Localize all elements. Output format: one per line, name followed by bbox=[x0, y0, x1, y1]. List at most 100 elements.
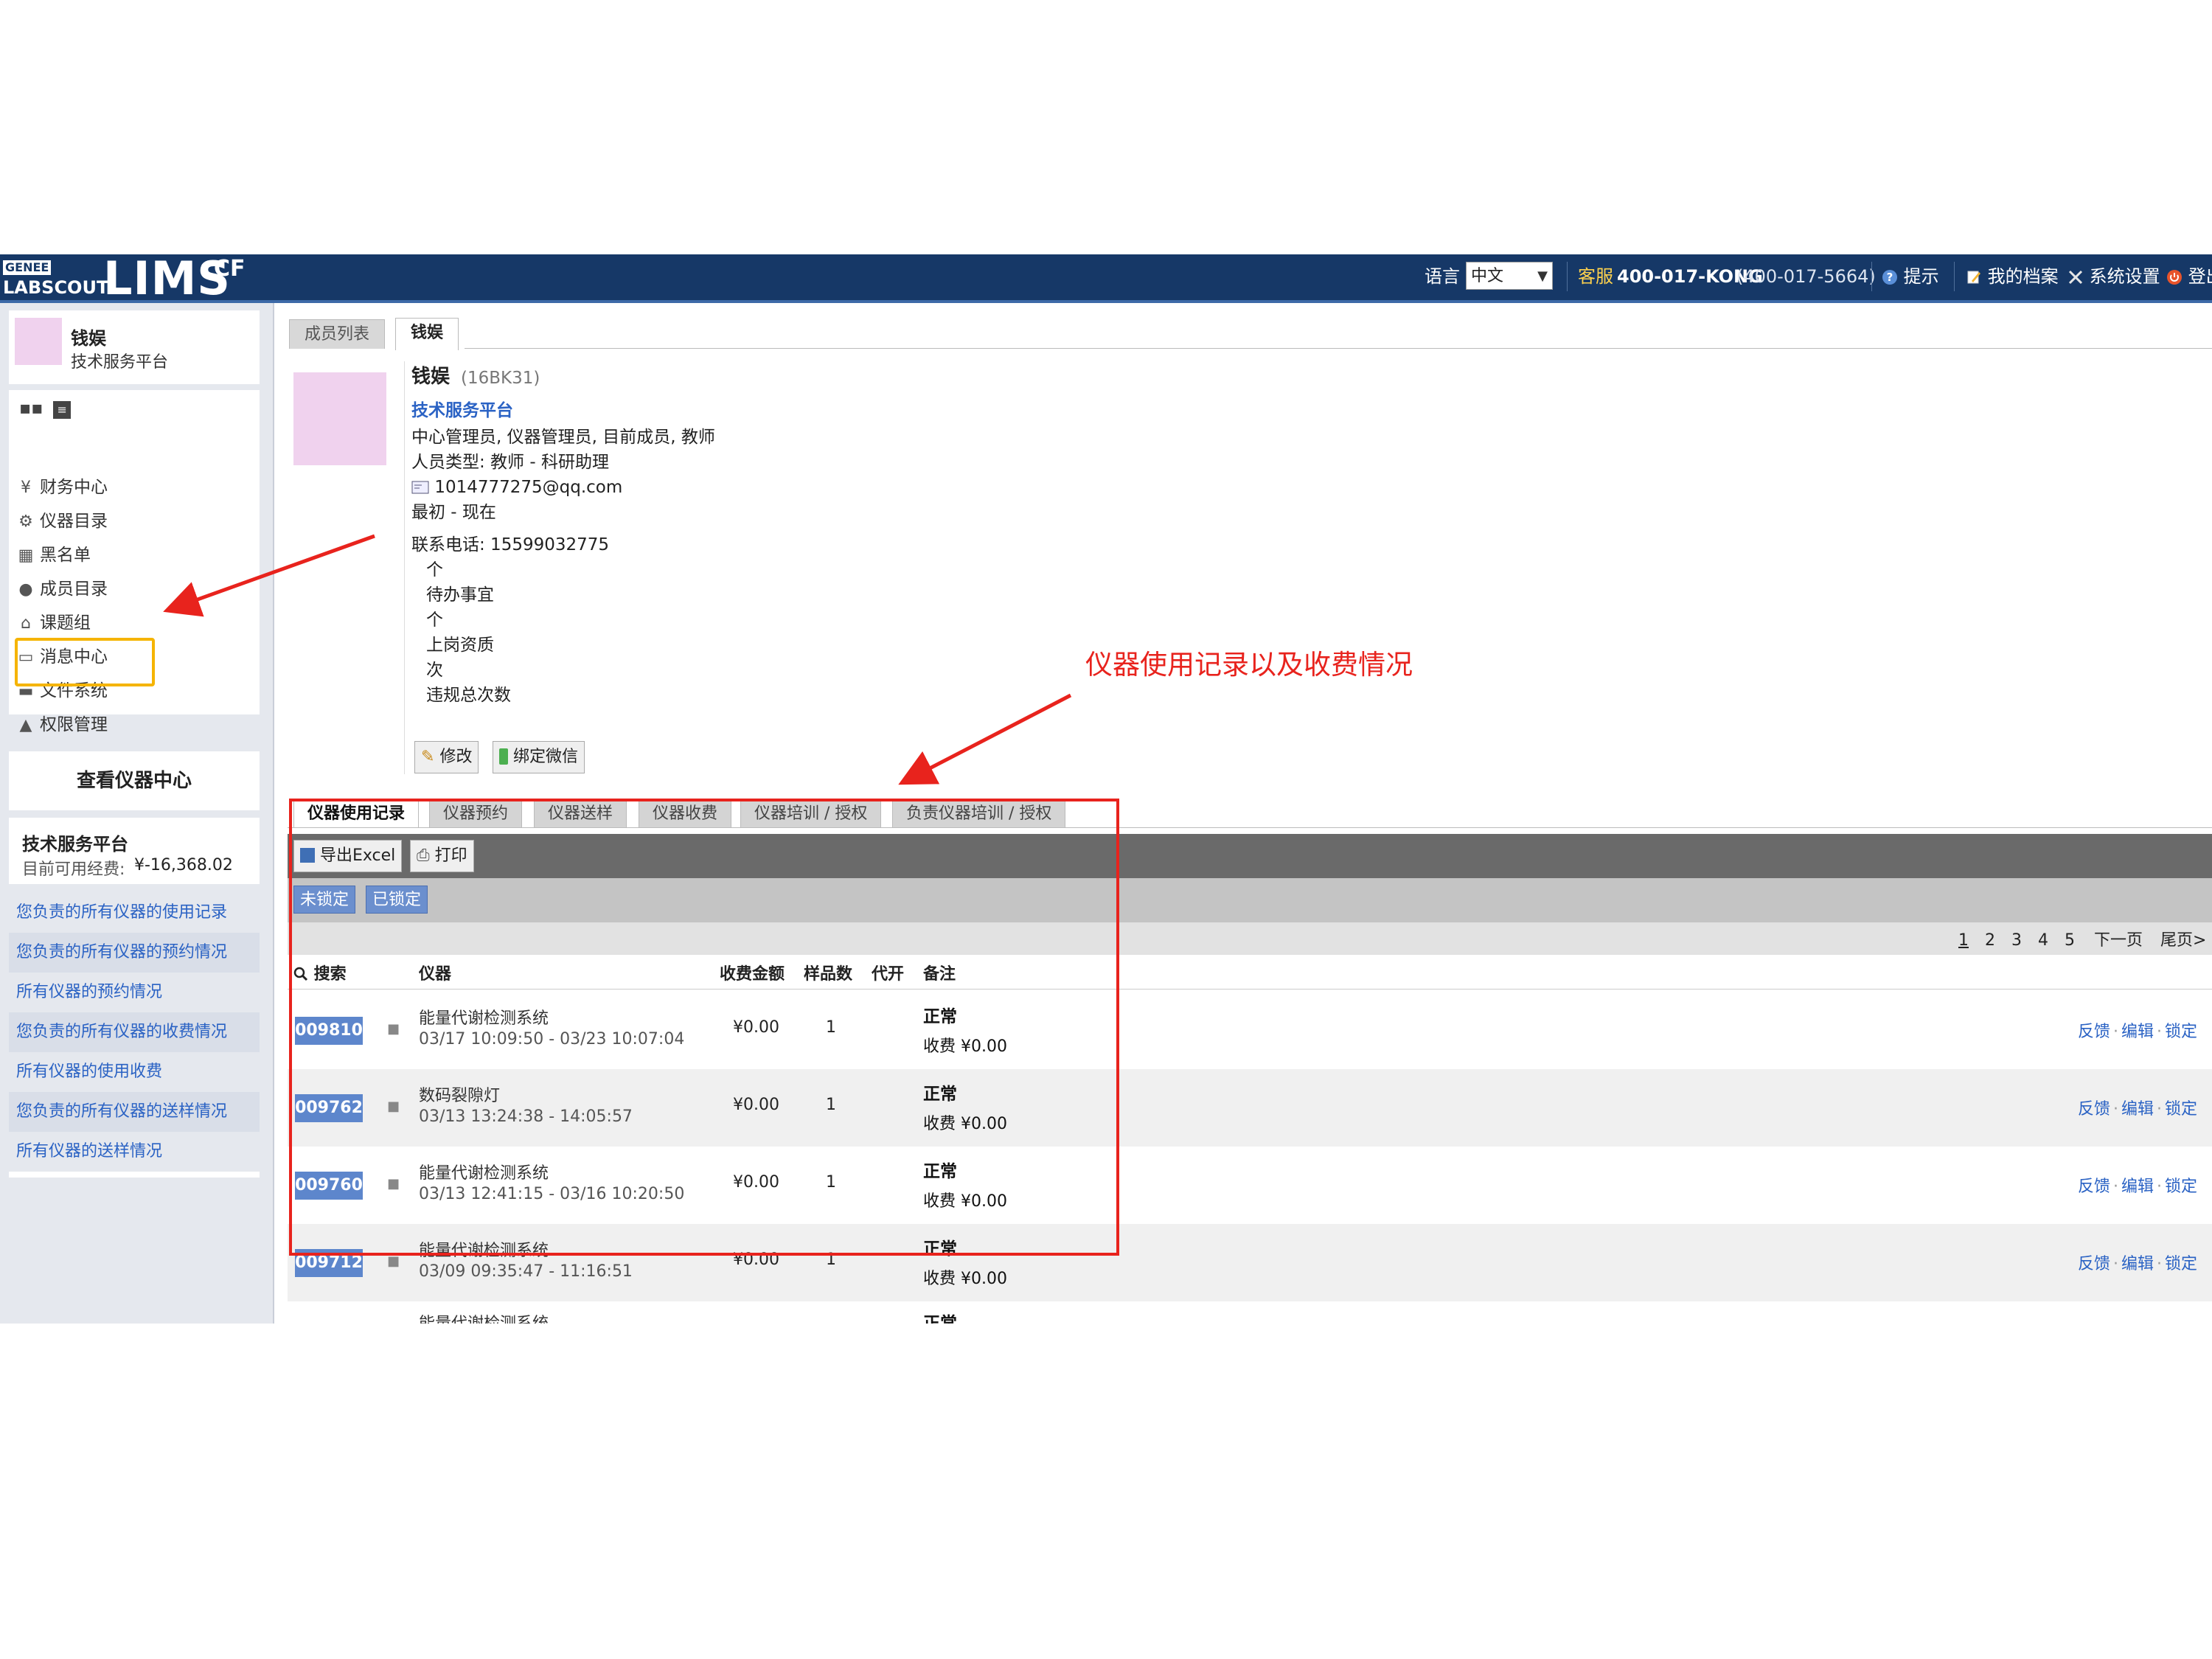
record-id-badge[interactable]: 009810 bbox=[295, 1017, 363, 1045]
hint-link[interactable]: ? 提示 bbox=[1882, 265, 1939, 288]
edit-link[interactable]: 编辑 bbox=[2121, 1255, 2154, 1273]
record-id-badge[interactable]: 009762 bbox=[295, 1094, 363, 1122]
sidebar-link[interactable]: 所有仪器的预约情况 bbox=[9, 973, 260, 1012]
instrument-name[interactable]: 能量代谢检测系统 bbox=[419, 1310, 549, 1324]
page-4[interactable]: 4 bbox=[2038, 929, 2048, 953]
tab-usage-records[interactable]: 仪器使用记录 bbox=[293, 799, 420, 828]
sidebar-link[interactable]: 您负责的所有仪器的收费情况 bbox=[9, 1012, 260, 1052]
settings-label: 系统设置 bbox=[2089, 266, 2160, 287]
menu-permissions[interactable]: ▲ 权限管理 bbox=[15, 710, 108, 740]
edit-link[interactable]: 编辑 bbox=[2121, 1023, 2154, 1041]
sidebar-link[interactable]: 您负责的所有仪器的预约情况 bbox=[9, 933, 260, 973]
stat-qualification-label[interactable]: 上岗资质 bbox=[426, 633, 494, 657]
view-center-button[interactable]: 查看仪器中心 bbox=[9, 751, 260, 810]
locked-filter-button[interactable]: 已锁定 bbox=[366, 886, 428, 914]
instrument-name[interactable]: 能量代谢检测系统 bbox=[419, 1005, 549, 1029]
profile-email: 1014777275@qq.com bbox=[434, 478, 623, 497]
stat-violation-unit: 次 bbox=[426, 661, 443, 680]
tabs-underline bbox=[465, 348, 2212, 349]
feedback-link[interactable]: 反馈 bbox=[2078, 1255, 2110, 1273]
last-page-link[interactable]: 尾页> bbox=[2160, 929, 2206, 953]
funds-value: ¥-16,368.02 bbox=[134, 856, 233, 874]
status-text: 正常 bbox=[923, 1007, 957, 1026]
page-5[interactable]: 5 bbox=[2065, 929, 2075, 953]
fee-amount: ¥0.00 bbox=[733, 1251, 779, 1269]
lock-link[interactable]: 锁定 bbox=[2165, 1100, 2197, 1119]
app-screenshot: GENEE LABSCOUT LIMS CF 语言 中文 ▼ 客服 400-01… bbox=[0, 254, 2212, 1324]
page-1[interactable]: 1 bbox=[1958, 929, 1969, 953]
charge-text: 收费 ¥0.00 bbox=[923, 1115, 1007, 1133]
logout-link[interactable]: 登出 bbox=[2166, 265, 2212, 288]
menu-blacklist[interactable]: ▦ 黑名单 bbox=[15, 540, 91, 570]
edit-button[interactable]: ✎ 修改 bbox=[414, 741, 479, 773]
logo-labscout: LABSCOUT bbox=[3, 277, 109, 298]
lock-link[interactable]: 锁定 bbox=[2165, 1023, 2197, 1041]
export-excel-button[interactable]: 导出Excel bbox=[293, 840, 403, 872]
power-icon bbox=[2167, 270, 2182, 285]
profile-period: 最初 - 现在 bbox=[411, 503, 496, 522]
tab-reservations[interactable]: 仪器预约 bbox=[429, 799, 523, 828]
tab-members[interactable]: 成员列表 bbox=[289, 319, 386, 349]
menu-instruments[interactable]: ⚙ 仪器目录 bbox=[15, 507, 108, 536]
sidebar-link[interactable]: 所有仪器的送样情况 bbox=[9, 1132, 260, 1172]
next-page-link[interactable]: 下一页 bbox=[2094, 929, 2143, 953]
remark-header: 备注 bbox=[923, 965, 956, 984]
usage-time: 03/13 13:24:38 - 14:05:57 bbox=[419, 1107, 633, 1126]
feedback-link[interactable]: 反馈 bbox=[2078, 1023, 2110, 1041]
row-actions: 反馈 · 编辑 · 锁定 bbox=[2078, 1178, 2198, 1196]
gear-icon: ⚙ bbox=[18, 512, 33, 531]
grid-view-icon[interactable]: ▪▪ bbox=[19, 397, 44, 418]
tab-current-user[interactable]: 钱娱 bbox=[395, 318, 459, 350]
instrument-name[interactable]: 能量代谢检测系统 bbox=[419, 1237, 549, 1261]
menu-groups[interactable]: ⌂ 课题组 bbox=[15, 608, 91, 638]
language-select[interactable]: 中文 ▼ bbox=[1466, 262, 1553, 290]
page-2[interactable]: 2 bbox=[1985, 929, 1995, 953]
instrument-name[interactable]: 能量代谢检测系统 bbox=[419, 1160, 549, 1183]
page-3[interactable]: 3 bbox=[2011, 929, 2022, 953]
lock-link[interactable]: 锁定 bbox=[2165, 1255, 2197, 1273]
list-view-icon[interactable]: ≡ bbox=[53, 401, 72, 419]
sample-count: 1 bbox=[826, 1251, 836, 1269]
print-button[interactable]: ⎙ 打印 bbox=[410, 840, 474, 872]
tab-training[interactable]: 仪器培训 / 授权 bbox=[740, 799, 882, 828]
lock-link[interactable]: 锁定 bbox=[2165, 1178, 2197, 1196]
feedback-link[interactable]: 反馈 bbox=[2078, 1178, 2110, 1196]
search-header[interactable]: 搜索 bbox=[293, 960, 347, 990]
tab-sample-delivery[interactable]: 仪器送样 bbox=[534, 799, 627, 828]
avatar[interactable] bbox=[15, 318, 62, 365]
menu-finance[interactable]: ¥ 财务中心 bbox=[15, 473, 108, 502]
edit-button-label: 修改 bbox=[439, 748, 473, 766]
unlocked-filter-button[interactable]: 未锁定 bbox=[293, 886, 356, 914]
logo-lims[interactable]: LIMS bbox=[103, 256, 231, 302]
tab-charges[interactable]: 仪器收费 bbox=[639, 799, 732, 828]
table-row-partial: 能量代谢检测系统 正常 bbox=[288, 1301, 2212, 1324]
profile-label: 我的档案 bbox=[1987, 266, 2059, 287]
sidebar-link[interactable]: 所有仪器的使用收费 bbox=[9, 1052, 260, 1092]
instrument-name[interactable]: 数码裂隙灯 bbox=[419, 1082, 500, 1106]
status-text: 正常 bbox=[923, 1314, 957, 1324]
feedback-link[interactable]: 反馈 bbox=[2078, 1100, 2110, 1119]
menu-members[interactable]: ● 成员目录 bbox=[15, 574, 108, 604]
user-name[interactable]: 钱娱 bbox=[71, 324, 106, 349]
samples-header: 样品数 bbox=[804, 965, 853, 984]
header-divider bbox=[288, 989, 2212, 990]
profile-org-link[interactable]: 技术服务平台 bbox=[411, 399, 513, 422]
sidebar-link[interactable]: 您负责的所有仪器的使用记录 bbox=[9, 893, 260, 933]
edit-link[interactable]: 编辑 bbox=[2121, 1100, 2154, 1119]
stat-todo-label[interactable]: 待办事宜 bbox=[426, 583, 494, 607]
record-id-badge[interactable]: 009760 bbox=[295, 1172, 363, 1200]
tab-managed-training[interactable]: 负责仪器培训 / 授权 bbox=[892, 799, 1066, 828]
annotation-label: 仪器使用记录以及收费情况 bbox=[1085, 649, 1413, 681]
profile-link[interactable]: 我的档案 bbox=[1966, 265, 2059, 288]
profile-email-row: 1014777275@qq.com bbox=[411, 476, 622, 499]
sidebar-link[interactable]: 您负责的所有仪器的送样情况 bbox=[9, 1092, 260, 1132]
edit-link[interactable]: 编辑 bbox=[2121, 1178, 2154, 1196]
usage-time: 03/17 10:09:50 - 03/23 10:07:04 bbox=[419, 1030, 685, 1048]
record-id-badge[interactable]: 009712 bbox=[295, 1249, 363, 1277]
bind-wechat-button[interactable]: 绑定微信 bbox=[493, 741, 585, 773]
usage-time: 03/13 12:41:15 - 03/16 10:20:50 bbox=[419, 1185, 685, 1203]
proxy-header: 代开 bbox=[872, 965, 905, 984]
fee-amount: ¥0.00 bbox=[733, 1018, 779, 1037]
stat-violation-label[interactable]: 违规总次数 bbox=[426, 684, 511, 707]
settings-link[interactable]: 系统设置 bbox=[2067, 265, 2160, 288]
